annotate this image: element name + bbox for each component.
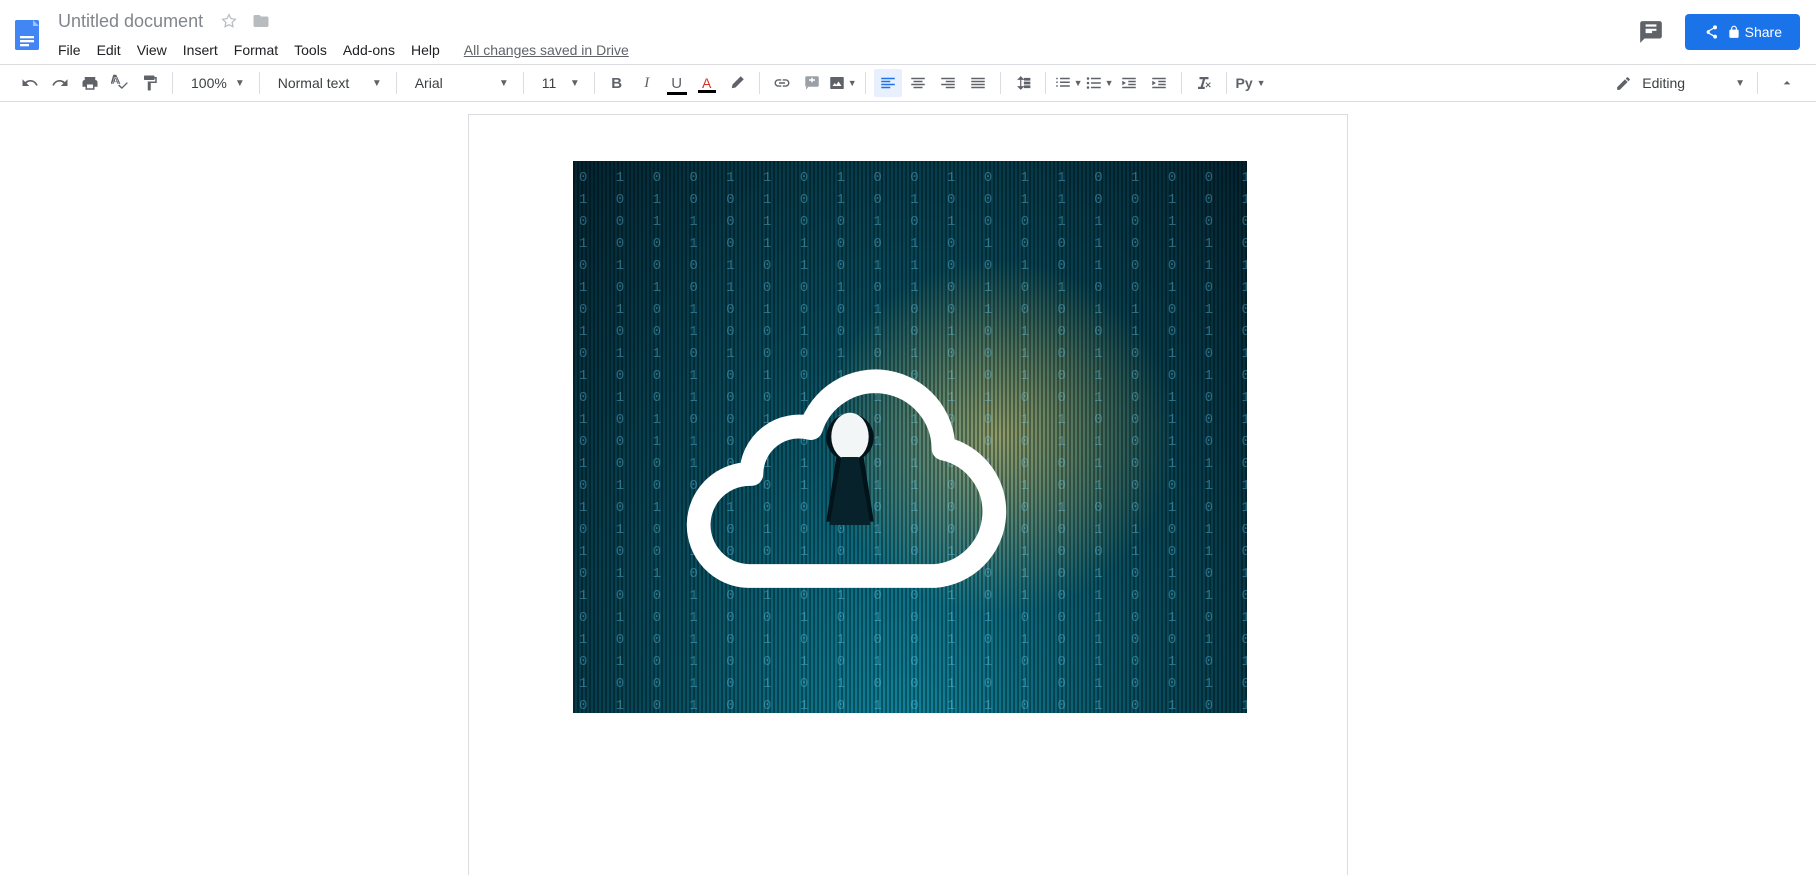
increase-indent-button[interactable] [1145,69,1173,97]
menu-format[interactable]: Format [226,38,286,62]
align-center-button[interactable] [904,69,932,97]
bulleted-list-button[interactable]: ▼ [1085,69,1114,97]
font-family-select[interactable]: Arial▼ [405,69,515,97]
titlebar: Untitled document File Edit View Insert … [0,0,1816,64]
underline-button[interactable]: U [663,69,691,97]
insert-link-button[interactable] [768,69,796,97]
redo-button[interactable] [46,69,74,97]
line-spacing-button[interactable] [1009,69,1037,97]
align-justify-button[interactable] [964,69,992,97]
undo-button[interactable] [16,69,44,97]
insert-comment-button[interactable] [798,69,826,97]
svg-text:A: A [113,76,119,86]
text-color-button[interactable]: A [693,69,721,97]
docs-logo-icon[interactable] [8,8,48,62]
page-1[interactable]: 0 1 0 0 1 1 0 1 0 0 1 0 1 1 0 1 0 0 1 1 … [468,114,1348,875]
decrease-indent-button[interactable] [1115,69,1143,97]
toolbar: A 100%▼ Normal text▼ Arial▼ 11▼ B I U A … [0,64,1816,102]
menu-addons[interactable]: Add-ons [335,38,403,62]
menu-bar: File Edit View Insert Format Tools Add-o… [52,36,629,64]
hide-menus-button[interactable] [1774,70,1800,96]
insert-image-button[interactable]: ▼ [828,69,857,97]
spellcheck-button[interactable]: A [106,69,134,97]
style-value: Normal text [278,75,350,91]
numbered-list-button[interactable]: ▼ [1054,69,1083,97]
clear-formatting-button[interactable] [1190,69,1218,97]
menu-help[interactable]: Help [403,38,448,62]
doc-title-input[interactable]: Untitled document [52,11,209,32]
share-button[interactable]: Share [1685,14,1800,50]
menu-tools[interactable]: Tools [286,38,335,62]
print-button[interactable] [76,69,104,97]
comments-icon[interactable] [1633,14,1669,50]
align-right-button[interactable] [934,69,962,97]
paragraph-style-select[interactable]: Normal text▼ [268,69,388,97]
editing-mode-select[interactable]: Editing ▼ [1607,69,1749,97]
document-canvas[interactable]: 0 1 0 0 1 1 0 1 0 0 1 0 1 1 0 1 0 0 1 1 … [0,102,1816,875]
zoom-value: 100% [191,75,227,91]
align-left-button[interactable] [874,69,902,97]
py-addon-button[interactable]: Py▼ [1235,69,1265,97]
highlight-color-button[interactable] [723,69,751,97]
save-status[interactable]: All changes saved in Drive [464,42,629,58]
italic-button[interactable]: I [633,69,661,97]
zoom-select[interactable]: 100%▼ [181,69,251,97]
menu-insert[interactable]: Insert [175,38,226,62]
font-size-select[interactable]: 11▼ [532,69,586,97]
menu-file[interactable]: File [50,38,89,62]
size-value: 11 [542,75,557,91]
inserted-image[interactable]: 0 1 0 0 1 1 0 1 0 0 1 0 1 1 0 1 0 0 1 1 … [573,161,1247,713]
move-folder-icon[interactable] [249,9,273,33]
font-value: Arial [415,75,443,91]
menu-edit[interactable]: Edit [89,38,129,62]
paint-format-button[interactable] [136,69,164,97]
menu-view[interactable]: View [129,38,175,62]
mode-label: Editing [1642,75,1685,91]
bold-button[interactable]: B [603,69,631,97]
cloud-lock-icon [680,287,1020,627]
share-label: Share [1745,24,1782,40]
pencil-icon [1615,75,1632,92]
star-icon[interactable] [217,9,241,33]
